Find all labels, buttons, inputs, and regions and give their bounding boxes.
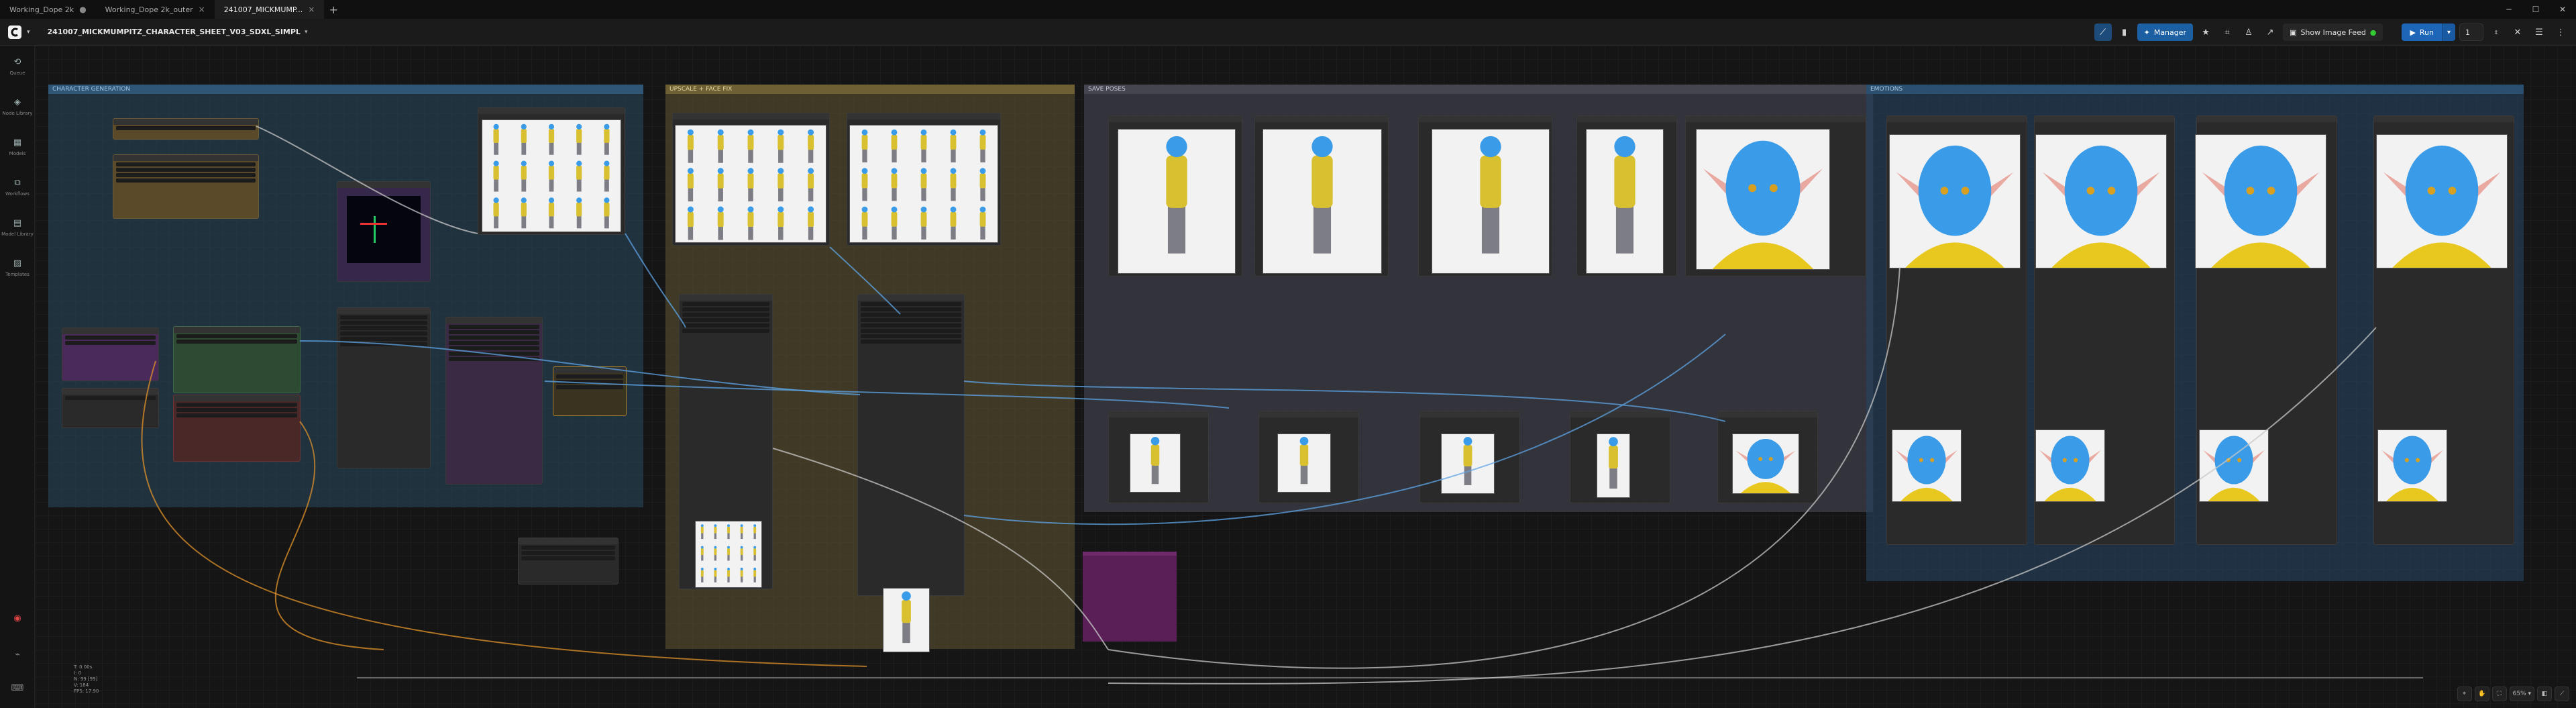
manager-button[interactable]: ✦ Manager bbox=[2137, 23, 2194, 41]
connection-wire[interactable] bbox=[274, 421, 384, 650]
stat-line: I: 0 bbox=[74, 670, 82, 676]
show-image-feed-button[interactable]: ▣ Show Image Feed ● bbox=[2283, 23, 2383, 41]
queue-icon[interactable]: ☰ bbox=[2530, 23, 2548, 41]
link-visibility-icon[interactable]: ⟋ bbox=[2094, 23, 2112, 41]
puzzle-icon: ✦ bbox=[2143, 28, 2150, 37]
image-feed-label: Show Image Feed bbox=[2300, 28, 2366, 37]
left-sidebar: ⟲ Queue ◈ Node Library ▦ Models ⧉ Workfl… bbox=[0, 46, 35, 708]
sidebar-item-models[interactable]: ▦ Models bbox=[0, 126, 35, 166]
run-options-chevron-icon[interactable]: ▾ bbox=[2442, 23, 2455, 41]
run-button[interactable]: ▶ Run bbox=[2402, 23, 2442, 41]
run-label: Run bbox=[2419, 28, 2434, 37]
dot-icon[interactable]: ● bbox=[79, 5, 86, 14]
books-icon: ▤ bbox=[13, 218, 22, 228]
top-toolbar: ▾ 241007_MICKMUMPITZ_CHARACTER_SHEET_V03… bbox=[0, 19, 2576, 46]
tab-working-dope[interactable]: Working_Dope 2k ● bbox=[0, 0, 96, 19]
connection-wire[interactable] bbox=[544, 381, 1230, 409]
close-icon[interactable]: × bbox=[308, 5, 315, 14]
connection-wire[interactable] bbox=[963, 334, 1726, 525]
sidebar-item-label: Queue bbox=[9, 70, 25, 76]
canvas-controls: ⌖ ✋ ⛶ 65% ▾ ◧ ⟋ bbox=[2457, 685, 2569, 703]
connection-wire[interactable] bbox=[772, 448, 1109, 650]
cancel-icon[interactable]: ✕ bbox=[2509, 23, 2526, 41]
connection-wire[interactable] bbox=[299, 340, 861, 395]
new-tab-button[interactable]: + bbox=[324, 0, 343, 19]
menu-chevron-icon[interactable]: ▾ bbox=[27, 29, 30, 36]
tab-active-workflow[interactable]: 241007_MICKMUMP... × bbox=[214, 0, 325, 19]
fit-view-icon[interactable]: ⛶ bbox=[2491, 687, 2507, 701]
sidebar-item-workflows[interactable]: ⧉ Workflows bbox=[0, 166, 35, 207]
sidebar-item-label: Node Library bbox=[2, 110, 33, 116]
select-mode-icon[interactable]: ⌖ bbox=[2457, 687, 2472, 701]
sidebar-item-templates[interactable]: ▨ Templates bbox=[0, 247, 35, 287]
stepper-icon[interactable]: ⇕ bbox=[2487, 23, 2505, 41]
help-icon[interactable]: ◉ bbox=[0, 613, 35, 623]
comfy-logo[interactable] bbox=[4, 21, 25, 43]
tab-working-dope-outer[interactable]: Working_Dope 2k_outer × bbox=[96, 0, 215, 19]
manager-label: Manager bbox=[2153, 28, 2187, 37]
render-stats: T: 0.00s I: 0 N: 99 [99] V: 184 FPS: 17.… bbox=[74, 664, 99, 695]
sidebar-item-label: Models bbox=[9, 150, 26, 156]
tab-bar: Working_Dope 2k ● Working_Dope 2k_outer … bbox=[0, 0, 2576, 19]
maximize-icon[interactable]: ☐ bbox=[2522, 0, 2549, 19]
connection-wire[interactable] bbox=[625, 233, 686, 328]
cube-icon: ◈ bbox=[14, 97, 21, 107]
chevron-down-icon: ▾ bbox=[304, 28, 308, 36]
close-window-icon[interactable]: ✕ bbox=[2549, 0, 2576, 19]
image-feed-icon: ▣ bbox=[2290, 28, 2297, 37]
sidebar-item-queue[interactable]: ⟲ Queue bbox=[0, 46, 35, 86]
connection-wires bbox=[141, 125, 2423, 685]
user-icon[interactable]: ♙ bbox=[2240, 23, 2257, 41]
play-icon: ▶ bbox=[2410, 28, 2416, 37]
box-icon: ▦ bbox=[13, 138, 22, 148]
connection-wire[interactable] bbox=[1108, 327, 2377, 685]
more-icon[interactable]: ⋮ bbox=[2552, 23, 2569, 41]
workflow-title[interactable]: 241007_MICKMUMPITZ_CHARACTER_SHEET_V03_S… bbox=[48, 28, 308, 36]
stat-line: T: 0.00s bbox=[74, 664, 93, 670]
tab-label: Working_Dope 2k bbox=[9, 5, 74, 14]
zoom-level[interactable]: 65% ▾ bbox=[2509, 687, 2534, 701]
keyboard-icon[interactable]: ⌨ bbox=[0, 683, 35, 693]
stat-line: V: 184 bbox=[74, 682, 89, 688]
translate-icon[interactable]: ⌗ bbox=[2218, 23, 2236, 41]
sidebar-item-label: Workflows bbox=[5, 191, 30, 197]
logs-icon[interactable]: ⌁ bbox=[0, 650, 35, 660]
graph-canvas[interactable]: CHARACTER GENERATION UPSCALE + FACE FIX … bbox=[35, 46, 2576, 708]
tab-label: Working_Dope 2k_outer bbox=[105, 5, 193, 14]
sidebar-item-node-library[interactable]: ◈ Node Library bbox=[0, 86, 35, 126]
sidebar-item-model-library[interactable]: ▤ Model Library bbox=[0, 207, 35, 247]
connection-wire[interactable] bbox=[1108, 266, 1900, 669]
tab-label: 241007_MICKMUMP... bbox=[223, 5, 303, 14]
star-icon[interactable]: ★ bbox=[2197, 23, 2214, 41]
status-dot-icon: ● bbox=[2369, 28, 2377, 37]
connection-wire[interactable] bbox=[829, 246, 901, 315]
run-control: ▶ Run ▾ bbox=[2402, 23, 2455, 41]
stat-line: N: 99 [99] bbox=[74, 676, 98, 682]
sidebar-item-label: Model Library bbox=[1, 231, 34, 237]
pan-hand-icon[interactable]: ✋ bbox=[2474, 687, 2489, 701]
sidebar-item-label: Templates bbox=[5, 271, 30, 277]
sitemap-icon: ⧉ bbox=[14, 178, 21, 188]
bookmark-icon[interactable]: ▮ bbox=[2116, 23, 2133, 41]
zoom-value: 65% bbox=[2512, 691, 2526, 697]
batch-count-input[interactable]: 1 bbox=[2459, 23, 2483, 41]
minimize-icon[interactable]: ─ bbox=[2496, 0, 2522, 19]
toolbar-actions: ⟋ ▮ ✦ Manager ★ ⌗ ♙ ↗ ▣ Show Image Feed … bbox=[2094, 23, 2569, 42]
window-controls: ─ ☐ ✕ bbox=[2496, 0, 2576, 19]
stat-line: FPS: 17.90 bbox=[74, 689, 99, 694]
workflow-title-text: 241007_MICKMUMPITZ_CHARACTER_SHEET_V03_S… bbox=[47, 28, 301, 36]
connection-wire[interactable] bbox=[256, 125, 478, 234]
minimap-icon[interactable]: ◧ bbox=[2537, 687, 2552, 701]
connection-wire[interactable] bbox=[141, 360, 867, 667]
connection-wire[interactable] bbox=[963, 381, 1726, 422]
history-icon: ⟲ bbox=[13, 57, 21, 67]
close-icon[interactable]: × bbox=[199, 5, 205, 14]
images-icon: ▨ bbox=[13, 258, 22, 268]
share-icon[interactable]: ↗ bbox=[2261, 23, 2279, 41]
toggle-links-icon[interactable]: ⟋ bbox=[2555, 687, 2569, 701]
